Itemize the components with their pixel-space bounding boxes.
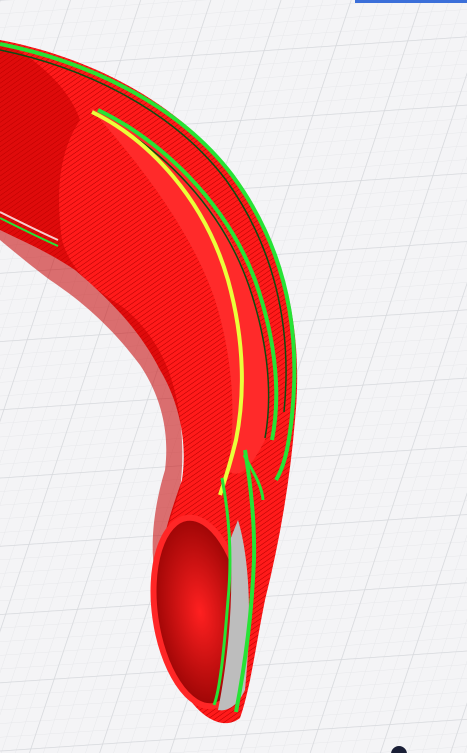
viewport-top-edge-indicator [355, 0, 467, 3]
scene-canvas[interactable] [0, 0, 467, 753]
3d-viewport[interactable] [0, 0, 467, 753]
